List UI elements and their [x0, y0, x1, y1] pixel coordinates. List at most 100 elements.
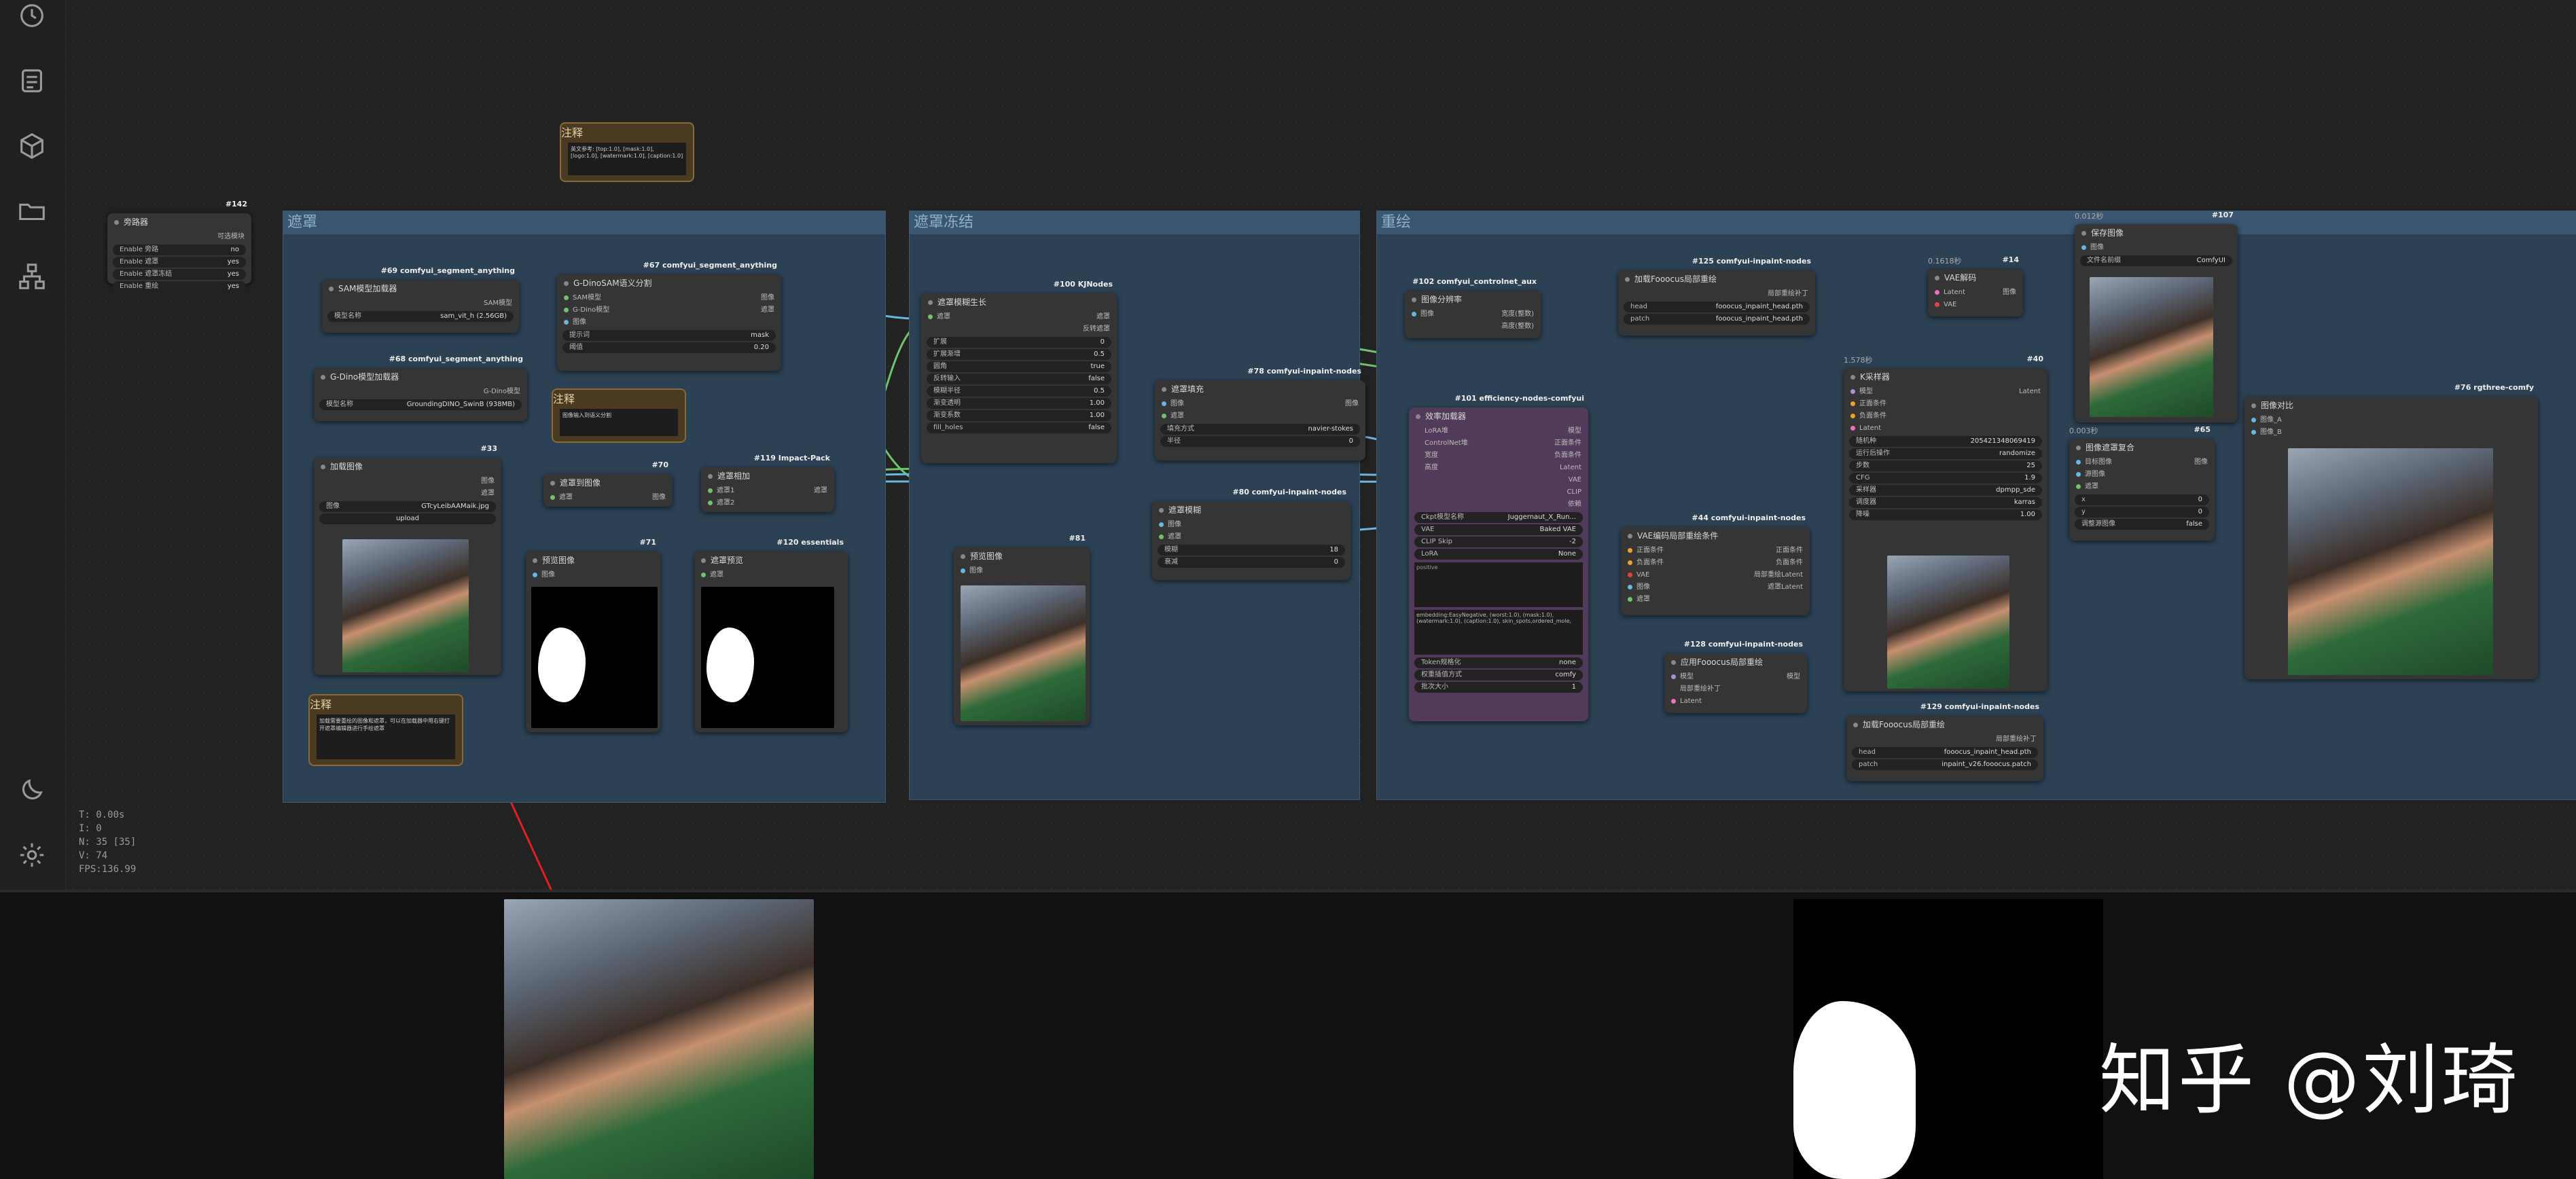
load-image-node[interactable]: #33 加载图像 图像 遮罩 图像 GTcyLeibAAMaik.jpg uplo… — [314, 444, 501, 675]
input-slot[interactable]: SAM模型 图像 — [557, 292, 781, 304]
input-slot[interactable]: G-Dino模型 遮罩 — [557, 304, 781, 316]
token-normalization-select[interactable]: Token规格化 none — [1414, 657, 1583, 668]
widget-blur-radius[interactable]: 模糊半径 0.5 — [927, 386, 1111, 397]
steps-field[interactable]: 步数 25 — [1849, 460, 2042, 471]
toggle-repaint[interactable]: Enable 重绘 yes — [113, 281, 246, 292]
input-slot[interactable]: 图像_B — [2244, 427, 2538, 439]
batch-size-field[interactable]: 批次大小 1 — [1414, 682, 1583, 693]
input-slot[interactable]: 图像 — [954, 565, 1090, 577]
note-text[interactable]: 英文参考: [top:1.0], [mask:1.0], [logo:1.0],… — [568, 143, 686, 175]
input-slot[interactable]: 负面条件 负面条件 — [1621, 557, 1810, 569]
input-slot[interactable]: 宽度 负面条件 — [1409, 450, 1588, 462]
model-select[interactable]: 模型名称 GroundingDINO_SwinB (938MB) — [319, 399, 522, 410]
theme-moon-icon[interactable] — [16, 774, 48, 805]
input-slot[interactable]: 图像 — [2075, 242, 2238, 254]
vae-select[interactable]: VAE Baked VAE — [1414, 524, 1583, 535]
node-graph-canvas[interactable]: T: 0.00s I: 0 N: 35 [35] V: 74 FPS:136.99 遮罩… — [0, 0, 2576, 890]
input-slot[interactable]: 图像 — [526, 569, 660, 581]
widget-lerp-alpha[interactable]: 渐变透明 1.00 — [927, 398, 1111, 409]
input-slot[interactable]: 遮罩 图像 — [543, 492, 673, 504]
input-slot[interactable]: Latent — [1664, 695, 1807, 708]
threshold-field[interactable]: 阈值 0.20 — [562, 342, 776, 353]
vae-encode-inpaint-node[interactable]: #44 comfyui-inpaint-nodes VAE编码局部重绘条件 正面… — [1621, 513, 1810, 615]
seed-field[interactable]: 随机种 205421348069419 — [1849, 436, 2042, 447]
blur-field[interactable]: 模糊 18 — [1158, 545, 1345, 556]
sampler-select[interactable]: 采样器 dpmpp_sde — [1849, 485, 2042, 496]
bypass-node[interactable]: #142 旁路器 可选模块 Enable 旁路 no Enable 遮罩 yes E… — [107, 200, 251, 292]
y-field[interactable]: y0 — [2075, 507, 2209, 518]
toggle-bypass[interactable]: Enable 旁路 no — [113, 244, 246, 255]
input-slot[interactable]: 遮罩2 — [701, 497, 834, 509]
note-node[interactable]: 注释 英文参考: [top:1.0], [mask:1.0], [logo:1.… — [560, 122, 694, 182]
denoise-field[interactable]: 降噪 1.00 — [1849, 509, 2042, 520]
cfg-field[interactable]: CFG 1.9 — [1849, 473, 2042, 484]
input-slot[interactable]: 正面条件 — [1844, 398, 2047, 410]
image-select[interactable]: 图像 GTcyLeibAAMaik.jpg — [319, 501, 496, 512]
upload-button[interactable]: upload — [319, 513, 496, 524]
mask-add-node[interactable]: #119 Impact-Pack 遮罩相加 遮罩1 遮罩 遮罩2 — [701, 454, 834, 512]
input-slot[interactable]: 图像 遮罩Latent — [1621, 581, 1810, 594]
control-after-generate-select[interactable]: 运行后操作 randomize — [1849, 448, 2042, 459]
ckpt-select[interactable]: Ckpt模型名称 Juggernaut_X_Run... — [1414, 512, 1583, 523]
queue-icon[interactable] — [16, 65, 48, 96]
toggle-mask-freeze[interactable]: Enable 遮罩冻结 yes — [113, 269, 246, 280]
input-slot[interactable]: ControlNet堆 正面条件 — [1409, 437, 1588, 450]
head-select[interactable]: head fooocus_inpaint_head.pth — [1852, 747, 2038, 758]
model-select[interactable]: 模型名称 sam_vit_h (2.56GB) — [327, 311, 514, 322]
widget-tapered[interactable]: 圆角 true — [927, 361, 1111, 372]
mask-to-image-node[interactable]: #70 遮罩到图像 遮罩 图像 — [543, 460, 673, 507]
input-slot[interactable]: 图像 宽度(整数) — [1405, 308, 1541, 321]
settings-gear-icon[interactable] — [16, 839, 48, 871]
clip-skip-field[interactable]: CLIP Skip -2 — [1414, 537, 1583, 547]
widget-fill-holes[interactable]: fill_holes false — [927, 422, 1111, 433]
input-slot[interactable]: 正面条件 正面条件 — [1621, 545, 1810, 557]
input-slot[interactable]: 遮罩 — [1155, 410, 1365, 422]
falloff-field[interactable]: 衰减 0 — [1158, 557, 1345, 568]
negative-prompt[interactable]: embedding:EasyNegative, (worst:1.0), (ma… — [1414, 610, 1583, 655]
gdino-sam-segment-node[interactable]: #67 comfyui_segment_anything G-DinoSAM语义… — [557, 261, 781, 371]
input-slot[interactable]: LoRA堆 模型 — [1409, 425, 1588, 437]
image-resolution-node[interactable]: #102 comfyui_controlnet_aux 图像分辨率 图像 宽度(整… — [1405, 277, 1541, 338]
resize-source-toggle[interactable]: 调整源图像 false — [2075, 519, 2209, 530]
preview-image-node[interactable]: #81 预览图像 图像 — [954, 534, 1090, 725]
lora-select[interactable]: LoRA None — [1414, 549, 1583, 560]
image-composite-masked-node[interactable]: #65 0.003秒 图像遮罩复合 目标图像 图像 源图像 遮罩 x0 y0 调整… — [2069, 425, 2215, 541]
input-slot[interactable]: 模型 Latent — [1844, 386, 2047, 398]
input-slot[interactable]: 高度 Latent — [1409, 462, 1588, 474]
widget-incremental[interactable]: 扩展渐增 0.5 — [927, 349, 1111, 360]
fill-mode-select[interactable]: 填充方式 navier-stokes — [1160, 424, 1360, 435]
note-node[interactable]: 注释 加载需要重绘的图像和遮罩，可以在加载器中用右键打开遮罩编辑器进行手绘遮罩 — [308, 694, 463, 766]
mask-blur-node[interactable]: #80 comfyui-inpaint-nodes 遮罩模糊 图像 遮罩 模糊 1… — [1152, 488, 1350, 580]
image-compare-node[interactable]: #76 rgthree-comfy 图像对比 图像_A 图像_B — [2244, 383, 2538, 679]
gdino-model-loader-node[interactable]: #68 comfyui_segment_anything G-Dino模型加载器… — [314, 355, 527, 421]
vae-decode-node[interactable]: #14 0.1618秒 VAE解码 Latent 图像 VAE — [1928, 255, 2023, 316]
scheduler-select[interactable]: 调度器 karras — [1849, 497, 2042, 508]
history-icon[interactable] — [16, 0, 48, 31]
mask-blur-grow-node[interactable]: #100 KJNodes 遮罩模糊生长 遮罩 遮罩 反转遮罩 扩展 0 扩展渐增 0.… — [921, 280, 1117, 463]
toggle-mask[interactable]: Enable 遮罩 yes — [113, 257, 246, 268]
input-slot[interactable]: VAE 局部重绘Latent — [1621, 569, 1810, 581]
input-slot[interactable]: 模型 模型 — [1664, 671, 1807, 683]
input-slot[interactable]: 图像_A — [2244, 414, 2538, 427]
note-text[interactable]: 图像输入到语义分割 — [560, 409, 678, 436]
note-text[interactable]: 加载需要重绘的图像和遮罩，可以在加载器中用右键打开遮罩编辑器进行手绘遮罩 — [317, 714, 455, 759]
input-slot[interactable]: 负面条件 — [1844, 410, 2047, 422]
node-library-icon[interactable] — [16, 261, 48, 292]
widget-expand[interactable]: 扩展 0 — [927, 337, 1111, 348]
head-select[interactable]: head fooocus_inpaint_head.pth — [1624, 302, 1810, 312]
preview-image-node[interactable]: #71 预览图像 图像 — [526, 538, 660, 732]
ksampler-node[interactable]: #40 1.578秒 K采样器 模型 Latent 正面条件 负面条件 Laten… — [1844, 355, 2047, 691]
mask-preview-node[interactable]: #120 essentials 遮罩预览 遮罩 — [694, 538, 848, 732]
sam-model-loader-node[interactable]: #69 comfyui_segment_anything SAM模型加载器 SA… — [322, 266, 519, 333]
positive-prompt[interactable]: positive — [1414, 562, 1583, 607]
input-slot[interactable]: VAE — [1928, 299, 2023, 311]
efficient-loader-node[interactable]: #101 efficiency-nodes-comfyui 效率加载器 LoRA… — [1409, 394, 1588, 721]
fooocus-inpaint-loader-node[interactable]: #125 comfyui-inpaint-nodes 加载Fooocus局部重绘… — [1618, 257, 1815, 335]
input-slot[interactable]: Latent 图像 — [1928, 287, 2023, 299]
prompt-field[interactable]: 提示词 mask — [562, 330, 776, 341]
filename-prefix-field[interactable]: 文件名前缀 ComfyUI — [2080, 255, 2232, 266]
weight-interpretation-select[interactable]: 权重插值方式 comfy — [1414, 670, 1583, 681]
input-slot[interactable]: 遮罩 — [1621, 594, 1810, 606]
patch-select[interactable]: patch inpaint_v26.fooocus.patch — [1852, 759, 2038, 770]
model-library-icon[interactable] — [16, 130, 48, 162]
